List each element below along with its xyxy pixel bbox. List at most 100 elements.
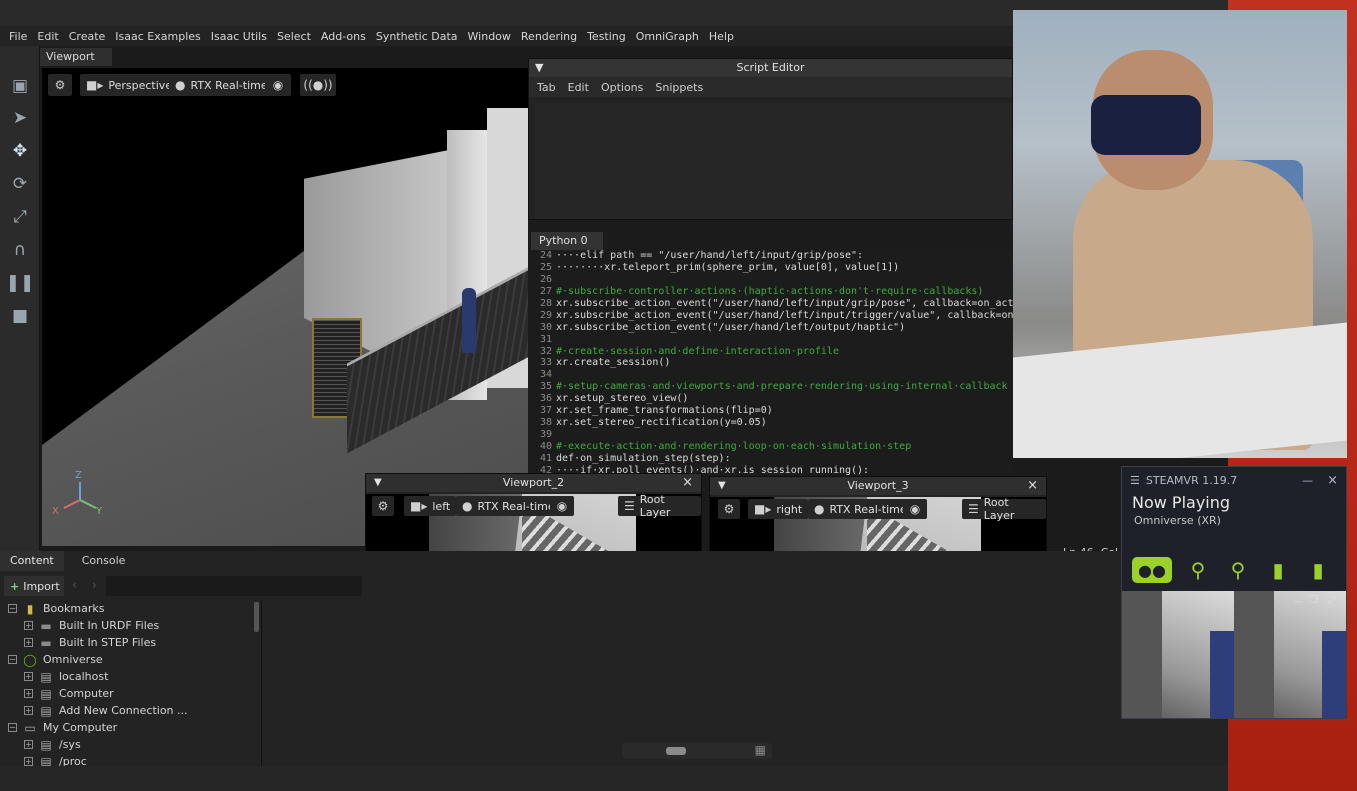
code-line[interactable]: 27 #·subscribe·controller·actions·(haptic… xyxy=(528,286,1013,298)
viewport-settings-button[interactable]: ⚙ xyxy=(48,74,72,96)
expand-icon[interactable]: ⤢ xyxy=(1328,595,1336,606)
menu-edit[interactable]: Edit xyxy=(32,30,63,43)
pause-icon[interactable]: ❚❚ xyxy=(6,271,35,295)
tab-console[interactable]: Console xyxy=(72,551,136,571)
tab-content[interactable]: Content xyxy=(0,551,64,571)
tree-scrollbar[interactable] xyxy=(254,602,259,632)
close-icon[interactable]: × xyxy=(1327,473,1338,488)
expand-icon[interactable]: + xyxy=(24,740,33,749)
collapse-triangle-icon[interactable]: ▼ xyxy=(374,474,382,492)
expand-icon[interactable]: + xyxy=(24,621,33,630)
nav-forward-icon[interactable]: › xyxy=(92,578,97,592)
code-line[interactable]: 28 xr.subscribe_action_event("/user/hand/… xyxy=(528,298,1013,310)
code-line[interactable]: 38 xr.set_stereo_rectification(y=0.05) xyxy=(528,417,1013,429)
expand-icon[interactable]: + xyxy=(24,706,33,715)
collapse-triangle-icon[interactable]: ▼ xyxy=(535,59,543,77)
audio-button[interactable]: ((●)) xyxy=(300,74,336,96)
tree-item[interactable]: + ▤ /sys xyxy=(0,736,261,753)
menu-isaac-utils[interactable]: Isaac Utils xyxy=(206,30,272,43)
menu-add-ons[interactable]: Add-ons xyxy=(316,30,371,43)
tree-item[interactable]: + ▤ Computer xyxy=(0,685,261,702)
code-line[interactable]: 34 xyxy=(528,369,1013,381)
script-editor-title-bar[interactable]: ▼ Script Editor xyxy=(529,59,1012,77)
close-icon[interactable]: × xyxy=(682,474,693,492)
renderer-button[interactable]: ● RTX Real-time xyxy=(169,74,274,96)
menu-rendering[interactable]: Rendering xyxy=(516,30,582,43)
expand-icon[interactable]: + xyxy=(24,672,33,681)
code-line[interactable]: 32 #·create·session·and·define·interactio… xyxy=(528,346,1013,358)
menu-help[interactable]: Help xyxy=(704,30,739,43)
viewport-3-renderer-button[interactable]: ● RTX Real-time xyxy=(808,499,913,519)
controller-left-icon[interactable]: ⚲ xyxy=(1184,557,1212,583)
code-line[interactable]: 37 xr.set_frame_transformations(flip=0) xyxy=(528,405,1013,417)
expand-icon[interactable]: + xyxy=(24,757,33,766)
select-box-icon[interactable]: ▣ xyxy=(8,74,32,98)
horizontal-scrollbar[interactable]: ▦ xyxy=(622,743,772,759)
minimize-icon[interactable]: — xyxy=(1302,474,1313,487)
expand-icon[interactable]: + xyxy=(24,638,33,647)
tree-item[interactable]: − ▮ Bookmarks xyxy=(0,600,261,617)
scale-icon[interactable]: ⤢ xyxy=(8,205,32,229)
viewport-2-visibility-button[interactable]: ◉ xyxy=(550,496,574,516)
close-icon[interactable]: × xyxy=(1027,477,1038,495)
tree-item[interactable]: − ▭ My Computer xyxy=(0,719,261,736)
menu-testing[interactable]: Testing xyxy=(582,30,631,43)
code-line[interactable]: 41 def·on_simulation_step(step): xyxy=(528,453,1013,465)
se-menu-edit[interactable]: Edit xyxy=(568,81,589,94)
collapse-icon[interactable]: − xyxy=(8,655,17,664)
se-menu-tab[interactable]: Tab xyxy=(537,81,556,94)
base-station-2-icon[interactable]: ▮ xyxy=(1304,557,1332,583)
tree-item[interactable]: − ◯ Omniverse xyxy=(0,651,261,668)
viewport-3-camera-button[interactable]: ■▸ right xyxy=(748,499,809,519)
nav-back-icon[interactable]: ‹ xyxy=(72,578,77,592)
visibility-button[interactable]: ◉ xyxy=(265,74,291,96)
viewport-2-camera-button[interactable]: ■▸ left xyxy=(404,496,457,516)
code-line[interactable]: 40 #·execute·action·and·rendering·loop·on… xyxy=(528,441,1013,453)
code-line[interactable]: 39 xyxy=(528,429,1013,441)
code-line[interactable]: 30 xr.subscribe_action_event("/user/hand/… xyxy=(528,322,1013,334)
code-line[interactable]: 36 xr.setup_stereo_view() xyxy=(528,393,1013,405)
menu-create[interactable]: Create xyxy=(64,30,111,43)
code-line[interactable]: 26 xyxy=(528,274,1013,286)
viewport-tab[interactable]: Viewport xyxy=(40,48,112,66)
se-menu-snippets[interactable]: Snippets xyxy=(655,81,703,94)
viewport-2-renderer-button[interactable]: ● RTX Real-time xyxy=(456,496,561,516)
menu-synthetic-data[interactable]: Synthetic Data xyxy=(371,30,463,43)
rotate-icon[interactable]: ⟳ xyxy=(8,172,32,196)
import-button[interactable]: + Import xyxy=(4,576,64,596)
viewport-3-settings-button[interactable]: ⚙ xyxy=(718,499,740,519)
viewport-3-visibility-button[interactable]: ◉ xyxy=(903,499,927,519)
camera-button[interactable]: ■▸ Perspective xyxy=(80,74,179,96)
code-line[interactable]: 33 xr.create_session() xyxy=(528,357,1013,369)
tree-item[interactable]: + ▤ Add New Connection ... xyxy=(0,702,261,719)
tab-python-0[interactable]: Python 0 xyxy=(531,232,603,250)
menu-window[interactable]: Window xyxy=(463,30,516,43)
menu-omnigraph[interactable]: OmniGraph xyxy=(631,30,704,43)
hamburger-menu-icon[interactable]: ☰ xyxy=(1130,474,1140,487)
pointer-icon[interactable]: ➤ xyxy=(8,106,32,130)
code-line[interactable]: 31 xyxy=(528,334,1013,346)
viewport-2-title-bar[interactable]: ▼ Viewport_2 × xyxy=(366,474,701,492)
controller-right-icon[interactable]: ⚲ xyxy=(1224,557,1252,583)
se-menu-options[interactable]: Options xyxy=(601,81,643,94)
tree-item[interactable]: + ▬ Built In STEP Files xyxy=(0,634,261,651)
stop-icon[interactable]: ■ xyxy=(8,304,32,328)
viewport-2-layer-button[interactable]: ☰ Root Layer xyxy=(618,493,701,519)
menu-file[interactable]: File xyxy=(4,30,32,43)
tree-item[interactable]: + ▤ localhost xyxy=(0,668,261,685)
move-icon[interactable]: ✥ xyxy=(8,139,32,163)
menu-isaac-examples[interactable]: Isaac Examples xyxy=(110,30,205,43)
scroll-thumb[interactable] xyxy=(666,747,686,755)
snap-magnet-icon[interactable]: ∩ xyxy=(8,238,32,262)
code-line[interactable]: 29 xr.subscribe_action_event("/user/hand/… xyxy=(528,310,1013,322)
collapse-triangle-icon[interactable]: ▼ xyxy=(718,477,726,495)
restore-icon[interactable]: ❐ xyxy=(1309,595,1318,606)
menu-select[interactable]: Select xyxy=(272,30,316,43)
code-line[interactable]: 35 #·setup·cameras·and·viewports·and·prep… xyxy=(528,381,1013,393)
path-input[interactable] xyxy=(106,576,362,596)
tree-item[interactable]: + ▬ Built In URDF Files xyxy=(0,617,261,634)
expand-icon[interactable]: + xyxy=(24,689,33,698)
base-station-1-icon[interactable]: ▮ xyxy=(1264,557,1292,583)
viewport-2-settings-button[interactable]: ⚙ xyxy=(372,496,394,516)
code-editor[interactable]: 24 ····elif path == "/user/hand/left/inpu… xyxy=(528,250,1013,475)
